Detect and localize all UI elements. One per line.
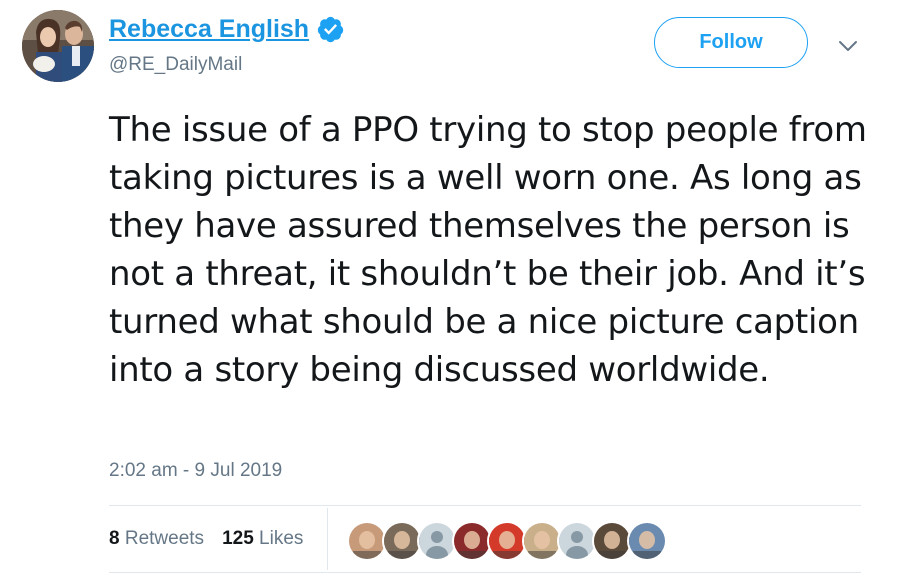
default-avatar-icon (559, 523, 595, 559)
liker-avatar-photo (454, 523, 490, 559)
liker-avatar[interactable] (417, 521, 457, 561)
liker-avatar[interactable] (522, 521, 562, 561)
author-handle[interactable]: @RE_DailyMail (109, 53, 242, 77)
liker-avatar[interactable] (347, 521, 387, 561)
tweet-stats: 8 Retweets 125 Likes (109, 526, 303, 552)
liker-avatar-photo (384, 523, 420, 559)
liker-avatar-photo (594, 523, 630, 559)
liker-avatar-photo (629, 523, 665, 559)
liker-avatar[interactable] (592, 521, 632, 561)
author-avatar-photo (22, 10, 94, 82)
tweet-text: The issue of a PPO trying to stop people… (109, 110, 867, 390)
liker-avatar[interactable] (557, 521, 597, 561)
liker-avatar-photo (349, 523, 385, 559)
tweet-timestamp[interactable]: 2:02 am - 9 Jul 2019 (109, 458, 282, 484)
author-display-name[interactable]: Rebecca English (109, 13, 309, 45)
retweets-label: Retweets (124, 528, 205, 549)
verified-badge-icon (317, 16, 344, 43)
liker-avatar[interactable] (627, 521, 667, 561)
chevron-down-icon[interactable] (836, 36, 860, 56)
liker-avatar-photo (489, 523, 525, 559)
liker-avatar-photo (524, 523, 560, 559)
default-avatar-icon (419, 523, 455, 559)
likes-count: 125 (222, 528, 254, 549)
likes-stat[interactable]: 125 Likes (222, 526, 303, 552)
liker-avatar[interactable] (382, 521, 422, 561)
stats-divider-bottom (109, 572, 861, 573)
stats-divider-top (109, 505, 861, 506)
likers-separator (327, 508, 328, 570)
liker-avatar[interactable] (452, 521, 492, 561)
author-avatar[interactable] (22, 10, 94, 82)
retweets-count: 8 (109, 528, 120, 549)
likers-avatar-row (347, 521, 667, 561)
follow-button[interactable]: Follow (654, 17, 808, 68)
likes-label: Likes (259, 528, 304, 549)
liker-avatar[interactable] (487, 521, 527, 561)
retweets-stat[interactable]: 8 Retweets (109, 526, 204, 552)
